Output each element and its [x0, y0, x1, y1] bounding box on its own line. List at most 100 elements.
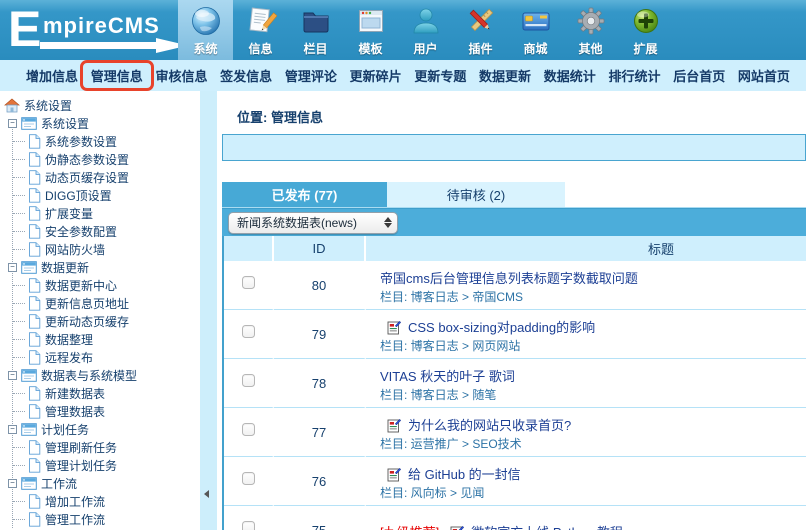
row-checkbox[interactable] [241, 374, 255, 387]
tree-collapse-icon[interactable]: − [8, 424, 17, 434]
table-row: 80 帝国cms后台管理信息列表标题字数截取问题 栏目: 博客日志 > 帝国CMS [224, 261, 806, 310]
row-checkbox[interactable] [241, 325, 255, 338]
row-title-link[interactable]: 给 GitHub 的一封信 [408, 466, 521, 483]
top-nav-column[interactable]: 栏目 [288, 0, 343, 60]
tree-item-label: 安全参数配置 [45, 224, 118, 239]
tree-item-5[interactable]: DIGG顶设置 [4, 186, 200, 204]
top-nav-label: 插件 [468, 42, 493, 56]
menu-item-site-home[interactable]: 网站首页 [738, 66, 790, 85]
tab-published[interactable]: 已发布 (77) [222, 182, 387, 207]
tree-item-21[interactable]: − 工作流 [4, 474, 200, 492]
tree-item-16[interactable]: 新建数据表 [4, 384, 200, 402]
tree-item-18[interactable]: − 计划任务 [4, 420, 200, 438]
row-checkbox[interactable] [241, 276, 255, 289]
info-bar [222, 134, 806, 161]
row-title-link[interactable]: CSS box-sizing对padding的影响 [408, 319, 595, 336]
logo-arrow-icon [40, 38, 190, 58]
menu-item-audit-info[interactable]: 审核信息 [155, 66, 207, 85]
window-node-icon [21, 116, 37, 130]
row-category: 栏目: 风向标 > 见闻 [380, 486, 485, 500]
tree-item-10[interactable]: 数据更新中心 [4, 276, 200, 294]
top-nav-system[interactable]: 系统 [178, 0, 233, 60]
menu-item-update-fragments[interactable]: 更新碎片 [350, 66, 402, 85]
tree-item-15[interactable]: − 数据表与系统模型 [4, 366, 200, 384]
tree-item-13[interactable]: 数据整理 [4, 330, 200, 348]
tree-item-label: DIGG顶设置 [45, 188, 112, 203]
tree-item-9[interactable]: − 数据更新 [4, 258, 200, 276]
row-title-cell: [九级推荐] 微软官方上线 Python 教程 [366, 506, 806, 530]
page-node-icon [28, 385, 41, 401]
tree-item-23[interactable]: 管理工作流 [4, 510, 200, 528]
window-node-icon [21, 260, 37, 274]
select-stepper-icon [384, 217, 392, 228]
table-header-row: ID 标题 [224, 236, 806, 261]
tree-collapse-icon[interactable]: − [8, 370, 17, 380]
tree-item-3[interactable]: 伪静态参数设置 [4, 150, 200, 168]
menu-item-ranking-stats[interactable]: 排行统计 [608, 66, 660, 85]
page-node-icon [28, 277, 41, 293]
row-title-cell: 为什么我的网站只收录首页? 栏目: 运营推广 > SEO技术 [366, 408, 806, 457]
sidebar-splitter[interactable] [200, 91, 217, 530]
top-nav-extend[interactable]: 扩展 [618, 0, 673, 60]
datatable-select-value: 新闻系统数据表(news) [237, 216, 358, 230]
top-nav-info[interactable]: 信息 [233, 0, 288, 60]
page-node-icon [28, 223, 41, 239]
menu-item-manage-comments[interactable]: 管理评论 [285, 66, 337, 85]
tree-item-22[interactable]: 增加工作流 [4, 492, 200, 510]
top-nav-label: 商城 [523, 42, 548, 56]
tree-item-label: 伪静态参数设置 [45, 152, 130, 167]
row-title-line: 为什么我的网站只收录首页? [380, 417, 798, 434]
top-nav-user[interactable]: 用户 [398, 0, 453, 60]
top-nav-template[interactable]: 模板 [343, 0, 398, 60]
tree-item-8[interactable]: 网站防火墙 [4, 240, 200, 258]
row-title-link[interactable]: 帝国cms后台管理信息列表标题字数截取问题 [380, 270, 638, 287]
row-title-link[interactable]: 微软官方上线 Python 教程 [471, 524, 623, 530]
menu-item-admin-home[interactable]: 后台首页 [673, 66, 725, 85]
tree-item-label: 网站防火墙 [45, 242, 106, 257]
menu-item-update-topics[interactable]: 更新专题 [414, 66, 466, 85]
datatable-select[interactable]: 新闻系统数据表(news) [228, 211, 398, 234]
tree-collapse-icon[interactable]: − [8, 118, 17, 128]
tab-pending[interactable]: 待审核 (2) [387, 182, 565, 207]
menu-item-data-update[interactable]: 数据更新 [479, 66, 531, 85]
tree-item-0[interactable]: 系统设置 [4, 96, 200, 114]
table-row: 78 VITAS 秋天的叶子 歌词 栏目: 博客日志 > 随笔 [224, 359, 806, 408]
tree-collapse-icon[interactable]: − [8, 478, 17, 488]
top-nav-label: 扩展 [633, 42, 658, 56]
tree-item-12[interactable]: 更新动态页缓存 [4, 312, 200, 330]
tree-item-17[interactable]: 管理数据表 [4, 402, 200, 420]
menu-item-data-stats[interactable]: 数据统计 [544, 66, 596, 85]
tree-item-19[interactable]: 管理刷新任务 [4, 438, 200, 456]
row-title-link[interactable]: VITAS 秋天的叶子 歌词 [380, 368, 515, 385]
page-node-icon [28, 133, 41, 149]
tree-item-20[interactable]: 管理计划任务 [4, 456, 200, 474]
menu-item-manage-info[interactable]: 管理信息 [79, 60, 154, 91]
top-nav-plugin[interactable]: 插件 [453, 0, 508, 60]
menu-item-add-info[interactable]: 增加信息 [26, 66, 78, 85]
row-checkbox-cell [224, 506, 274, 530]
breadcrumb-label: 位置: [237, 110, 268, 125]
tree-item-11[interactable]: 更新信息页地址 [4, 294, 200, 312]
row-title-cell: 帝国cms后台管理信息列表标题字数截取问题 栏目: 博客日志 > 帝国CMS [366, 261, 806, 310]
top-nav-other[interactable]: 其他 [563, 0, 618, 60]
top-nav-mall[interactable]: 商城 [508, 0, 563, 60]
sidebar: 系统设置 − 系统设置 系统参数设置伪静态参数设置 动态页缓存设置 DIGG顶设置 扩展变量… [0, 91, 200, 530]
tree-item-4[interactable]: 动态页缓存设置 [4, 168, 200, 186]
row-title-link[interactable]: 为什么我的网站只收录首页? [408, 417, 571, 434]
row-title-cell: VITAS 秋天的叶子 歌词 栏目: 博客日志 > 随笔 [366, 359, 806, 408]
tree-item-label: 管理工作流 [45, 512, 106, 527]
tree-item-7[interactable]: 安全参数配置 [4, 222, 200, 240]
tree-item-2[interactable]: 系统参数设置 [4, 132, 200, 150]
top-nav-label: 其他 [578, 42, 603, 56]
row-checkbox[interactable] [241, 521, 255, 530]
tree-collapse-icon[interactable]: − [8, 262, 17, 272]
tree-item-1[interactable]: − 系统设置 [4, 114, 200, 132]
tree-item-label: 数据表与系统模型 [41, 368, 138, 383]
menu-item-sign-info[interactable]: 签发信息 [220, 66, 272, 85]
tree-item-6[interactable]: 扩展变量 [4, 204, 200, 222]
row-checkbox[interactable] [241, 472, 255, 485]
page-node-icon [28, 349, 41, 365]
collapse-left-icon[interactable] [203, 486, 210, 504]
row-checkbox[interactable] [241, 423, 255, 436]
tree-item-14[interactable]: 远程发布 [4, 348, 200, 366]
